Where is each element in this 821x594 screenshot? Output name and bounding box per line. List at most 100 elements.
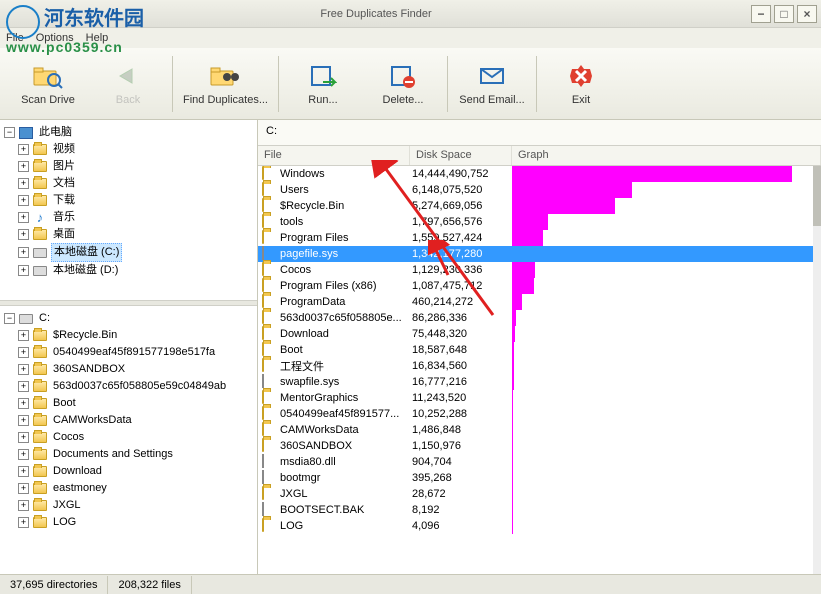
file-row[interactable]: Windows 14,444,490,752 bbox=[258, 166, 821, 182]
expand-icon[interactable]: + bbox=[18, 364, 29, 375]
file-row[interactable]: Users 6,148,075,520 bbox=[258, 182, 821, 198]
header-graph[interactable]: Graph bbox=[512, 146, 821, 165]
tree-node-label[interactable]: eastmoney bbox=[51, 480, 109, 497]
expand-icon[interactable]: + bbox=[18, 398, 29, 409]
scan-drive-button[interactable]: Scan Drive bbox=[14, 54, 82, 114]
file-name: Boot bbox=[280, 344, 412, 356]
file-row[interactable]: Program Files (x86) 1,087,475,712 bbox=[258, 278, 821, 294]
file-row[interactable]: 0540499eaf45f891577... 10,252,288 bbox=[258, 406, 821, 422]
file-row[interactable]: swapfile.sys 16,777,216 bbox=[258, 374, 821, 390]
tree-node-label[interactable]: Documents and Settings bbox=[51, 446, 175, 463]
collapse-icon[interactable]: − bbox=[4, 313, 15, 324]
file-row[interactable]: Boot 18,587,648 bbox=[258, 342, 821, 358]
expand-icon[interactable]: + bbox=[18, 330, 29, 341]
tree-node-label[interactable]: 本地磁盘 (D:) bbox=[51, 262, 120, 279]
folder-icon bbox=[32, 363, 48, 377]
expand-icon[interactable]: + bbox=[18, 415, 29, 426]
expand-icon[interactable]: + bbox=[18, 500, 29, 511]
maximize-button[interactable]: □ bbox=[774, 5, 794, 23]
tree-node-label[interactable]: Cocos bbox=[51, 429, 86, 446]
file-row[interactable]: 工程文件 16,834,560 bbox=[258, 358, 821, 374]
file-row[interactable]: BOOTSECT.BAK 8,192 bbox=[258, 502, 821, 518]
expand-icon[interactable]: + bbox=[18, 432, 29, 443]
expand-icon[interactable]: + bbox=[18, 212, 29, 223]
menu-options[interactable]: Options bbox=[36, 32, 74, 44]
file-row[interactable]: Program Files 1,559,527,424 bbox=[258, 230, 821, 246]
find-duplicates-button[interactable]: Find Duplicates... bbox=[183, 54, 268, 114]
expand-icon[interactable]: + bbox=[18, 466, 29, 477]
tree-node-label[interactable]: 视频 bbox=[51, 141, 77, 158]
tree-node-label[interactable]: 本地磁盘 (C:) bbox=[51, 243, 122, 262]
exit-button[interactable]: Exit bbox=[547, 54, 615, 114]
tree-node-label[interactable]: 563d0037c65f058805e59c04849ab bbox=[51, 378, 228, 395]
graph-bar bbox=[512, 406, 513, 422]
header-file[interactable]: File bbox=[258, 146, 410, 165]
file-row[interactable]: $Recycle.Bin 5,274,669,056 bbox=[258, 198, 821, 214]
expand-icon[interactable]: + bbox=[18, 347, 29, 358]
tree-node-label[interactable]: CAMWorksData bbox=[51, 412, 134, 429]
expand-icon[interactable]: + bbox=[18, 381, 29, 392]
collapse-icon[interactable]: − bbox=[4, 127, 15, 138]
file-row[interactable]: 563d0037c65f058805e... 86,286,336 bbox=[258, 310, 821, 326]
expand-icon[interactable]: + bbox=[18, 483, 29, 494]
tree-node-label[interactable]: JXGL bbox=[51, 497, 83, 514]
file-row[interactable]: Download 75,448,320 bbox=[258, 326, 821, 342]
file-row[interactable]: msdia80.dll 904,704 bbox=[258, 454, 821, 470]
file-row[interactable]: JXGL 28,672 bbox=[258, 486, 821, 502]
expand-icon[interactable]: + bbox=[18, 144, 29, 155]
file-list[interactable]: Windows 14,444,490,752 Users 6,148,075,5… bbox=[258, 166, 821, 574]
expand-icon[interactable]: + bbox=[18, 247, 29, 258]
tree-node-label[interactable]: Boot bbox=[51, 395, 78, 412]
tree-node-label[interactable]: Download bbox=[51, 463, 104, 480]
file-size: 6,148,075,520 bbox=[412, 184, 508, 196]
file-row[interactable]: CAMWorksData 1,486,848 bbox=[258, 422, 821, 438]
list-header: File Disk Space Graph bbox=[258, 146, 821, 166]
tree-node-label[interactable]: LOG bbox=[51, 514, 78, 531]
file-row[interactable]: 360SANDBOX 1,150,976 bbox=[258, 438, 821, 454]
file-row[interactable]: ProgramData 460,214,272 bbox=[258, 294, 821, 310]
graph-bar bbox=[512, 358, 514, 374]
magnifier-folder-icon bbox=[32, 62, 64, 90]
file-row[interactable]: bootmgr 395,268 bbox=[258, 470, 821, 486]
expand-icon[interactable]: + bbox=[18, 229, 29, 240]
graph-bar bbox=[512, 214, 548, 230]
tree-node-label[interactable]: 图片 bbox=[51, 158, 77, 175]
file-row[interactable]: pagefile.sys 1,342,177,280 bbox=[258, 246, 821, 262]
menu-file[interactable]: File bbox=[6, 32, 24, 44]
tree-node-label[interactable]: C: bbox=[37, 310, 52, 327]
run-button[interactable]: Run... bbox=[289, 54, 357, 114]
menu-help[interactable]: Help bbox=[86, 32, 109, 44]
tree-node-label[interactable]: 0540499eaf45f891577198e517fa bbox=[51, 344, 217, 361]
drive-tree[interactable]: −此电脑+视频+图片+文档+下载+♪音乐+桌面+本地磁盘 (C:)+本地磁盘 (… bbox=[0, 120, 257, 300]
header-disk-space[interactable]: Disk Space bbox=[410, 146, 512, 165]
delete-button[interactable]: Delete... bbox=[369, 54, 437, 114]
file-name: 0540499eaf45f891577... bbox=[280, 408, 412, 420]
vertical-scrollbar[interactable] bbox=[813, 166, 821, 574]
expand-icon[interactable]: + bbox=[18, 517, 29, 528]
file-row[interactable]: MentorGraphics 11,243,520 bbox=[258, 390, 821, 406]
file-row[interactable]: Cocos 1,129,230,336 bbox=[258, 262, 821, 278]
file-row[interactable]: tools 1,797,656,576 bbox=[258, 214, 821, 230]
expand-icon[interactable]: + bbox=[18, 161, 29, 172]
tree-node-label[interactable]: 下载 bbox=[51, 192, 77, 209]
file-size: 1,150,976 bbox=[412, 440, 508, 452]
computer-icon bbox=[18, 126, 34, 140]
expand-icon[interactable]: + bbox=[18, 195, 29, 206]
minimize-button[interactable]: − bbox=[751, 5, 771, 23]
file-name: Program Files bbox=[280, 232, 412, 244]
expand-icon[interactable]: + bbox=[18, 449, 29, 460]
tree-node-label[interactable]: 360SANDBOX bbox=[51, 361, 127, 378]
status-directories: 37,695 directories bbox=[0, 576, 108, 594]
scrollbar-thumb[interactable] bbox=[813, 166, 821, 226]
tree-node-label[interactable]: 桌面 bbox=[51, 226, 77, 243]
tree-node-label[interactable]: $Recycle.Bin bbox=[51, 327, 119, 344]
expand-icon[interactable]: + bbox=[18, 178, 29, 189]
tree-node-label[interactable]: 音乐 bbox=[51, 209, 77, 226]
close-button[interactable]: × bbox=[797, 5, 817, 23]
folder-tree[interactable]: − C: + $Recycle.Bin +0540499eaf45f891577198e… bbox=[0, 306, 257, 574]
file-row[interactable]: LOG 4,096 bbox=[258, 518, 821, 534]
tree-node-label[interactable]: 文档 bbox=[51, 175, 77, 192]
expand-icon[interactable]: + bbox=[18, 265, 29, 276]
send-email-button[interactable]: Send Email... bbox=[458, 54, 526, 114]
tree-node-label[interactable]: 此电脑 bbox=[37, 124, 74, 141]
